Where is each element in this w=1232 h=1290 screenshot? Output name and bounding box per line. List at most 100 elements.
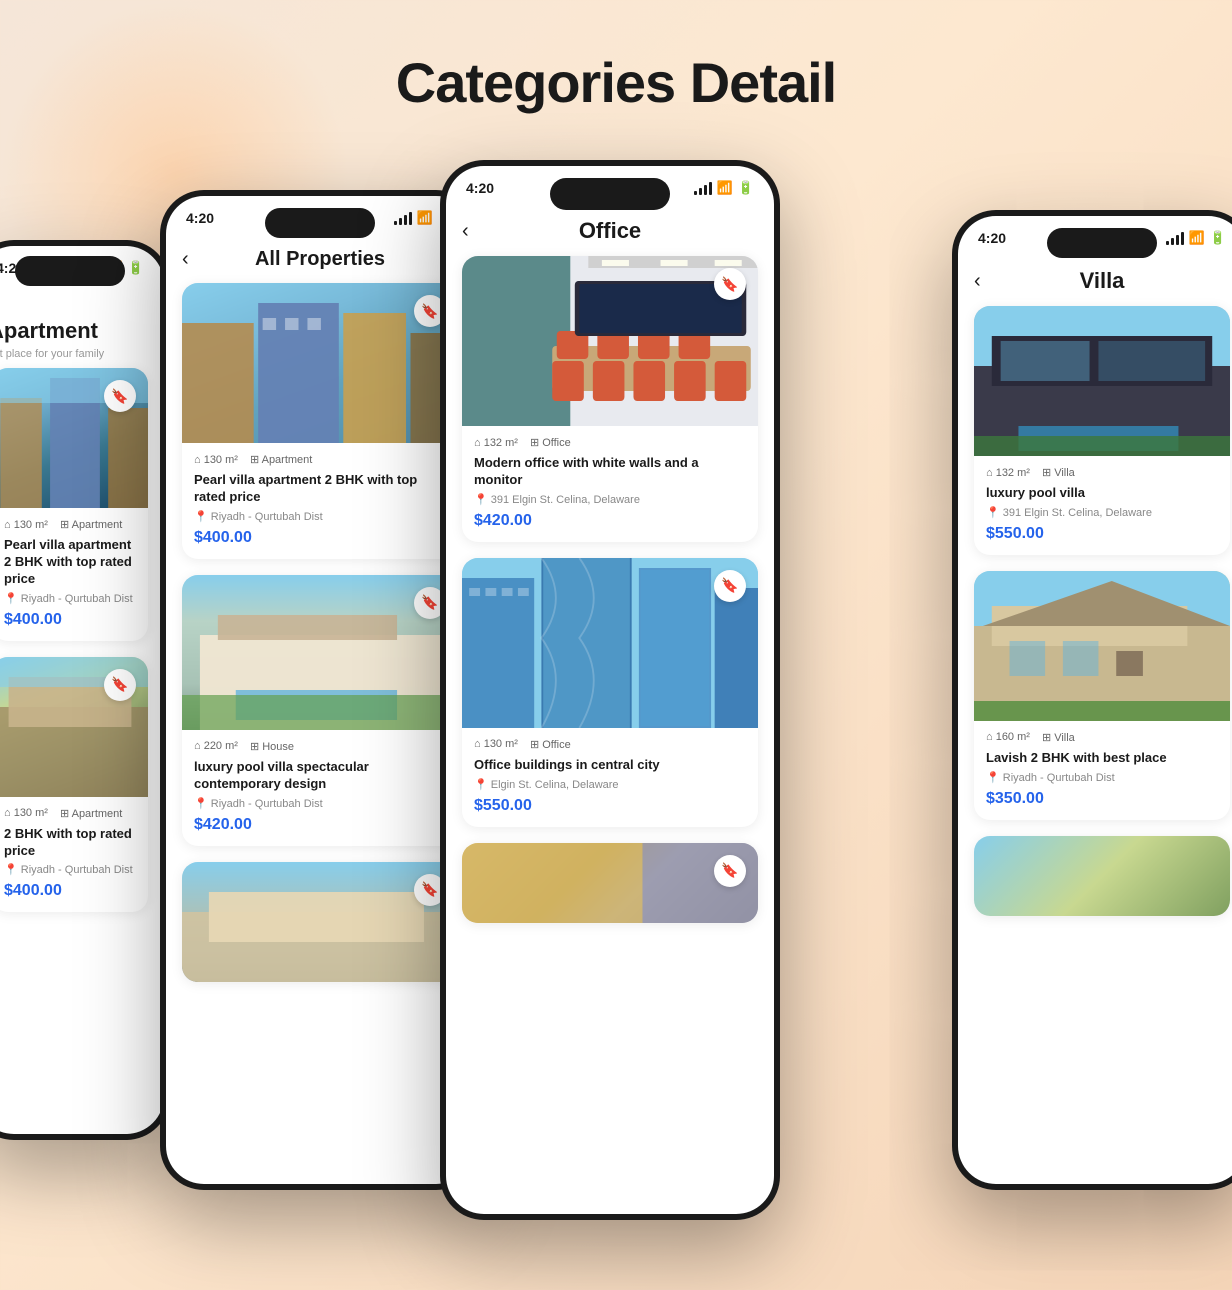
card-img-wrap-3-2: 🔖: [462, 558, 758, 728]
prop-location-1-2: 📍 Riyadh - Qurtubah Dist: [4, 863, 136, 876]
phone-left-body: Apartment est place for your family: [0, 290, 164, 912]
phone-left: 4:20 📶 🔋 Apartment: [0, 240, 170, 1140]
battery-icon-1: 🔋: [128, 260, 144, 276]
back-button-3[interactable]: ‹: [462, 220, 469, 243]
prop-card-3-3: 🔖: [462, 843, 758, 923]
wifi-icon-3: 📶: [717, 180, 733, 196]
wifi-icon-2: 📶: [417, 210, 433, 226]
prop-type-2-2: ⊞ House: [250, 740, 294, 753]
prop-meta-3-2: ⌂ 130 m² ⊞ Office: [474, 738, 746, 751]
prop-price-3-1: $420.00: [474, 512, 746, 530]
phone-villa: 4:20 📶 🔋 ‹ Villa: [952, 210, 1232, 1190]
phone-left-inner: 4:20 📶 🔋 Apartment: [0, 246, 164, 1134]
prop-location-2-2: 📍 Riyadh - Qurtubah Dist: [194, 797, 446, 810]
prop-size-4-2: ⌂ 160 m²: [986, 731, 1030, 743]
card-img-wrap-3-1: 🔖: [462, 256, 758, 426]
villa-svg-4-2: [974, 571, 1230, 721]
prop-image-4-3: [974, 836, 1230, 916]
prop-type-1-2: ⊞ Apartment: [60, 807, 122, 820]
nav-header-3: ‹ Office: [446, 210, 774, 256]
bookmark-btn-3-2[interactable]: 🔖: [714, 570, 746, 602]
prop-title-1-1: Pearl villa apartment 2 BHK with top rat…: [4, 537, 136, 588]
prop-meta-2-2: ⌂ 220 m² ⊞ House: [194, 740, 446, 753]
phone-4-inner: 4:20 📶 🔋 ‹ Villa: [958, 216, 1232, 1184]
prop-price-2-1: $400.00: [194, 529, 446, 547]
card-img-wrap-2-2: 🔖: [182, 575, 458, 730]
dynamic-island-2: [265, 208, 375, 238]
prop-type-4-1: ⊞ Villa: [1042, 466, 1075, 479]
prop-price-2-2: $420.00: [194, 816, 446, 834]
card-img-wrap-2-1: 🔖: [182, 283, 458, 443]
nav-title-2: All Properties: [255, 248, 385, 271]
prop-title-4-1: luxury pool villa: [986, 485, 1218, 502]
prop-type-1-1: ⊞ Apartment: [60, 518, 122, 531]
prop-card-3-2: 🔖 ⌂ 130 m² ⊞ Office Office buildings in …: [462, 558, 758, 827]
prop-image-4-1: [974, 306, 1230, 456]
status-icons-3: 📶 🔋: [694, 180, 754, 196]
wifi-icon-4: 📶: [1189, 230, 1205, 246]
prop-title-3-2: Office buildings in central city: [474, 757, 746, 774]
prop-card-4-3: [974, 836, 1230, 916]
prop-title-3-1: Modern office with white walls and a mon…: [474, 455, 746, 489]
prop-type-2-1: ⊞ Apartment: [250, 453, 312, 466]
prop-card-2-1: 🔖 ⌂ 130 m² ⊞ Apartment Pearl villa apart…: [182, 283, 458, 559]
card-img-wrap-1-2: 🔖: [0, 657, 148, 797]
battery-icon-4: 🔋: [1210, 230, 1226, 246]
prop-meta-3-1: ⌂ 132 m² ⊞ Office: [474, 436, 746, 449]
phone-4-content: ‹ Villa: [958, 260, 1232, 1184]
bookmark-btn-1-2[interactable]: 🔖: [104, 669, 136, 701]
prop-title-1-2: 2 BHK with top rated price: [4, 826, 136, 860]
nav-title-4: Villa: [1080, 268, 1125, 294]
prop-price-3-2: $550.00: [474, 797, 746, 815]
time-2: 4:20: [186, 210, 214, 226]
phone-office: 4:20 📶 🔋 ‹ Office: [440, 160, 780, 1220]
card-img-wrap-1-1: 🔖: [0, 368, 148, 508]
dynamic-island-3: [550, 178, 670, 210]
prop-location-3-1: 📍 391 Elgin St. Celina, Delaware: [474, 493, 746, 506]
prop-size-3-1: ⌂ 132 m²: [474, 437, 518, 449]
prop-title-2-1: Pearl villa apartment 2 BHK with top rat…: [194, 472, 446, 506]
prop-price-4-1: $550.00: [986, 525, 1218, 543]
prop-image-4-2: [974, 571, 1230, 721]
prop-location-4-2: 📍 Riyadh - Qurtubah Dist: [986, 771, 1218, 784]
bookmark-btn-1-1[interactable]: 🔖: [104, 380, 136, 412]
phone-2-content: ‹ All Properties: [166, 240, 474, 1184]
back-button-4[interactable]: ‹: [974, 270, 981, 293]
back-button-2[interactable]: ‹: [182, 248, 189, 271]
bookmark-btn-3-3[interactable]: 🔖: [714, 855, 746, 887]
signal-bars-2: [394, 212, 412, 225]
time-3: 4:20: [466, 180, 494, 196]
time-4: 4:20: [978, 230, 1006, 246]
signal-bars-3: [694, 182, 712, 195]
page-title: Categories Detail: [0, 0, 1232, 115]
prop-price-1-1: $400.00: [4, 611, 136, 629]
prop-size-1-2: ⌂ 130 m²: [4, 807, 48, 819]
prop-meta-1-2: ⌂ 130 m² ⊞ Apartment: [4, 807, 136, 820]
prop-size-2-1: ⌂ 130 m²: [194, 454, 238, 466]
prop-info-4-2: ⌂ 160 m² ⊞ Villa Lavish 2 BHK with best …: [974, 721, 1230, 820]
prop-type-3-2: ⊞ Office: [530, 738, 571, 751]
phone-left-content: Apartment est place for your family: [0, 290, 164, 1134]
prop-info-2-2: ⌂ 220 m² ⊞ House luxury pool villa spect…: [182, 730, 458, 846]
prop-size-1-1: ⌂ 130 m²: [4, 519, 48, 531]
prop-location-4-1: 📍 391 Elgin St. Celina, Delaware: [986, 506, 1218, 519]
nav-header-4: ‹ Villa: [958, 260, 1232, 306]
prop-info-3-1: ⌂ 132 m² ⊞ Office Modern office with whi…: [462, 426, 758, 542]
prop-size-3-2: ⌂ 130 m²: [474, 738, 518, 750]
prop-card-2-2: 🔖 ⌂ 220 m² ⊞ House luxury pool villa spe…: [182, 575, 458, 846]
battery-icon-3: 🔋: [738, 180, 754, 196]
prop-meta-2-1: ⌂ 130 m² ⊞ Apartment: [194, 453, 446, 466]
prop-image-3-3: [462, 843, 758, 923]
prop-card-4-2: ⌂ 160 m² ⊞ Villa Lavish 2 BHK with best …: [974, 571, 1230, 820]
prop-type-4-2: ⊞ Villa: [1042, 731, 1075, 744]
prop-info-3-2: ⌂ 130 m² ⊞ Office Office buildings in ce…: [462, 728, 758, 827]
bookmark-btn-3-1[interactable]: 🔖: [714, 268, 746, 300]
office-svg-3-3: [462, 843, 758, 923]
dynamic-island-1: [15, 256, 125, 286]
prop-card-1-1: 🔖 ⌂ 130 m² ⊞ Apartment Pearl villa apart…: [0, 368, 148, 641]
prop-meta-4-1: ⌂ 132 m² ⊞ Villa: [986, 466, 1218, 479]
villa-svg-4-1: [974, 306, 1230, 456]
prop-card-3-1: 🔖 ⌂ 132 m² ⊞ Office Modern office with w…: [462, 256, 758, 542]
status-icons-4: 📶 🔋: [1166, 230, 1226, 246]
prop-size-2-2: ⌂ 220 m²: [194, 740, 238, 752]
